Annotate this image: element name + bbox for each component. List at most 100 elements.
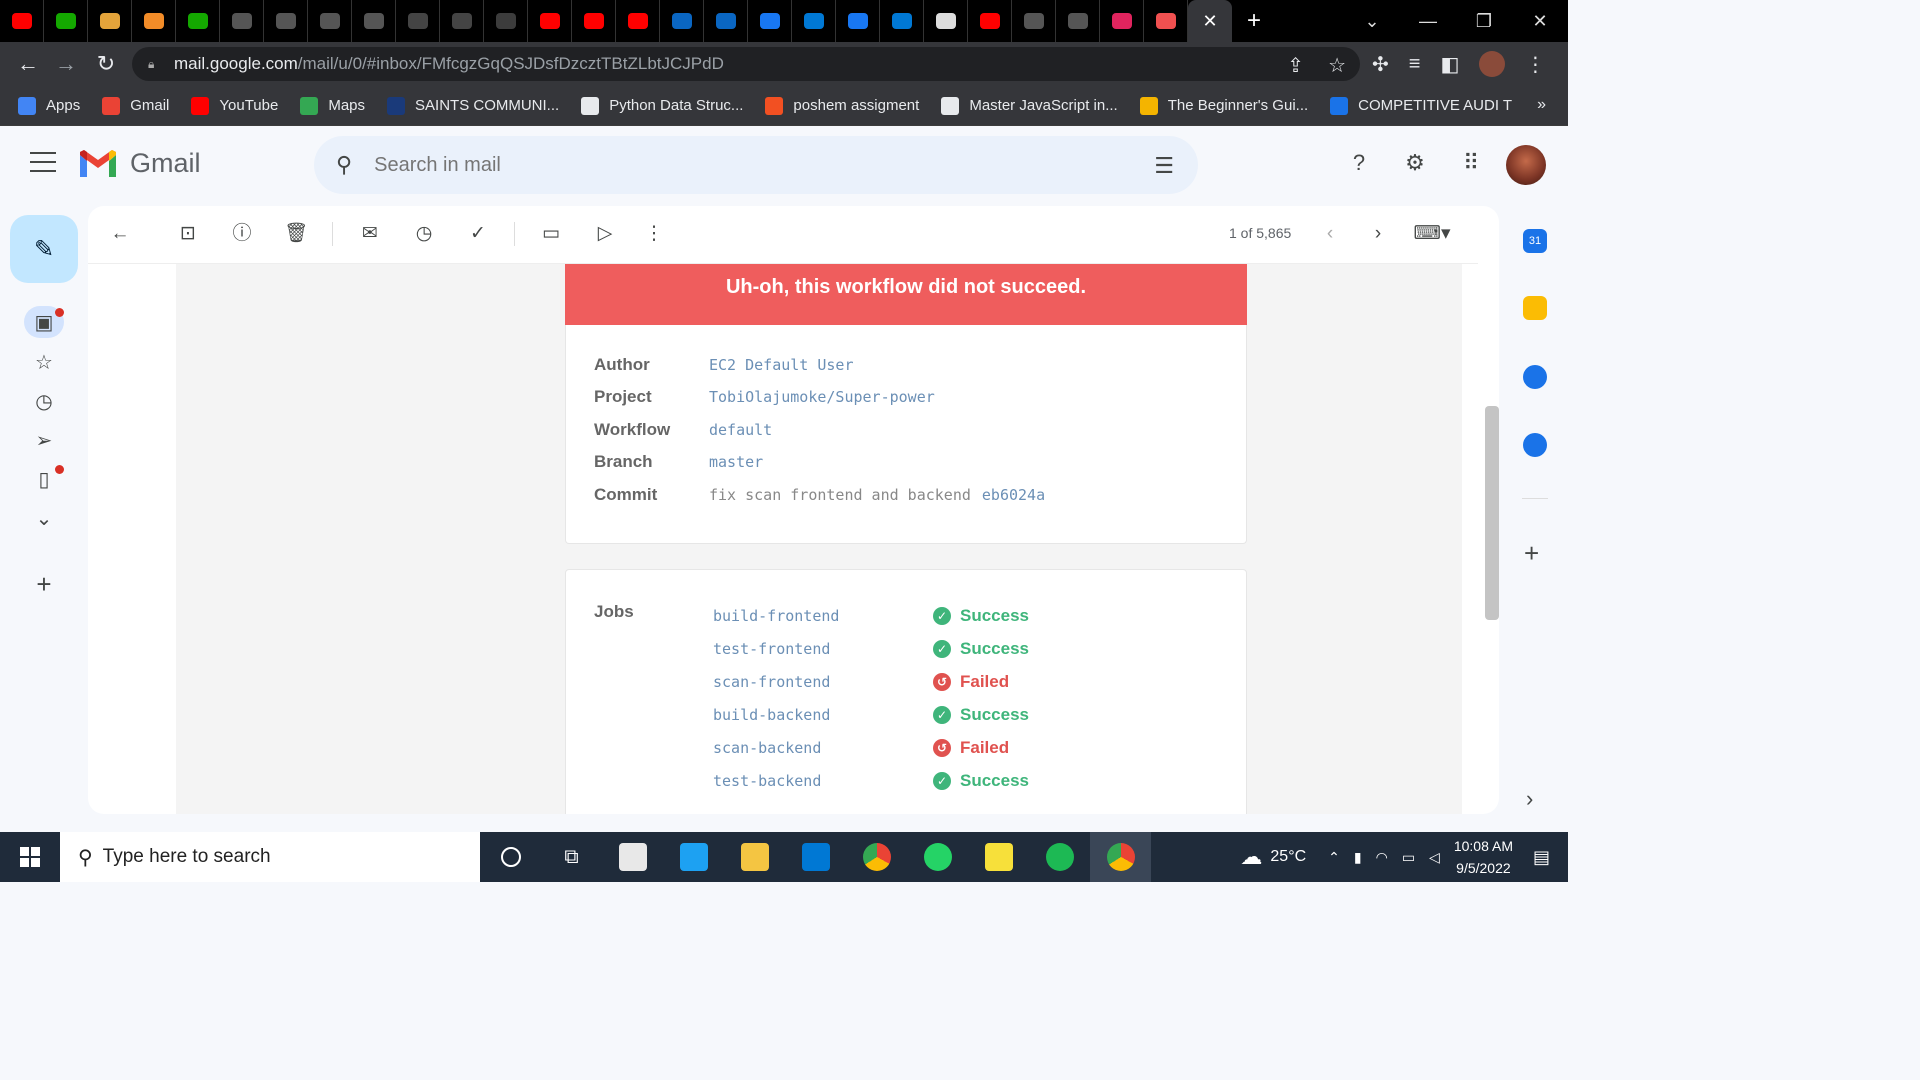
- browser-tab[interactable]: [220, 0, 264, 42]
- newer-chevron-icon[interactable]: ‹: [1318, 222, 1342, 246]
- browser-tab[interactable]: [264, 0, 308, 42]
- browser-tab[interactable]: [748, 0, 792, 42]
- clock[interactable]: 10:08 AM 9/5/2022: [1454, 835, 1513, 879]
- job-name-link[interactable]: build-frontend: [713, 607, 933, 625]
- bookmark-item[interactable]: Gmail: [102, 96, 169, 115]
- bookmark-item[interactable]: poshem assigment: [765, 96, 919, 115]
- bookmark-item[interactable]: COMPETITIVE AUDI T: [1330, 96, 1512, 115]
- compose-button[interactable]: ✎: [10, 215, 78, 283]
- chrome-menu-icon[interactable]: ⋮: [1525, 52, 1545, 77]
- field-value[interactable]: default: [709, 421, 772, 439]
- url-bar[interactable]: 🔒︎ mail.google.com/mail/u/0/#inbox/FMfcg…: [132, 47, 1360, 81]
- job-name-link[interactable]: test-frontend: [713, 640, 933, 658]
- scrollbar[interactable]: [1485, 406, 1499, 620]
- vscode-icon[interactable]: [785, 832, 846, 882]
- weather-temp[interactable]: 25°C: [1270, 848, 1306, 866]
- search-options-icon[interactable]: ☰: [1154, 153, 1174, 179]
- start-button[interactable]: [0, 832, 60, 882]
- mark-unread-icon[interactable]: ✉: [358, 222, 382, 246]
- speaker-icon[interactable]: ◁: [1429, 849, 1440, 866]
- browser-tab[interactable]: [924, 0, 968, 42]
- job-name-link[interactable]: scan-backend: [713, 739, 933, 757]
- keep-icon[interactable]: [1523, 296, 1547, 320]
- gmail-logo[interactable]: Gmail: [78, 148, 201, 179]
- account-avatar[interactable]: [1506, 145, 1546, 185]
- field-value[interactable]: master: [709, 453, 763, 471]
- new-tab-button[interactable]: +: [1232, 0, 1276, 42]
- sent-icon[interactable]: ➢: [24, 424, 64, 456]
- search-input[interactable]: [374, 153, 1075, 177]
- browser-tab[interactable]: [44, 0, 88, 42]
- job-name-link[interactable]: build-backend: [713, 706, 933, 724]
- bookmark-item[interactable]: YouTube: [191, 96, 278, 115]
- more-chevron-icon[interactable]: ⌄: [24, 502, 64, 534]
- bookmark-item[interactable]: Python Data Struc...: [581, 96, 743, 115]
- delete-trash-icon[interactable]: 🗑︎: [284, 222, 308, 246]
- move-to-icon[interactable]: ▭: [539, 222, 563, 246]
- get-addons-plus-icon[interactable]: +: [1524, 538, 1539, 569]
- browser-tab[interactable]: [1100, 0, 1144, 42]
- chrome-profile-avatar[interactable]: [1479, 51, 1506, 77]
- twitter-icon[interactable]: [663, 832, 724, 882]
- starred-icon[interactable]: ☆: [24, 346, 64, 378]
- weather-cloud-icon[interactable]: ☁: [1240, 844, 1262, 870]
- browser-tab[interactable]: [528, 0, 572, 42]
- browser-tab[interactable]: [484, 0, 528, 42]
- browser-tab[interactable]: [792, 0, 836, 42]
- browser-tab[interactable]: [880, 0, 924, 42]
- archive-icon[interactable]: ⊡: [176, 222, 200, 246]
- help-icon[interactable]: ?: [1346, 150, 1372, 176]
- snooze-icon[interactable]: ◷: [412, 222, 436, 246]
- field-value[interactable]: EC2 Default User: [709, 356, 854, 374]
- wifi-icon[interactable]: ◠: [1376, 849, 1388, 866]
- bookmarks-overflow-icon[interactable]: »: [1537, 96, 1546, 114]
- input-tools-keyboard-icon[interactable]: ⌨▾: [1410, 222, 1454, 246]
- side-panel-icon[interactable]: ◧: [1440, 52, 1459, 77]
- snoozed-clock-icon[interactable]: ◷: [24, 385, 64, 417]
- sticky-notes-icon[interactable]: [968, 832, 1029, 882]
- settings-gear-icon[interactable]: ⚙: [1402, 150, 1428, 176]
- browser-tab[interactable]: [396, 0, 440, 42]
- search-icon[interactable]: ⚲: [336, 152, 352, 178]
- task-view-icon[interactable]: ⧉: [541, 832, 602, 882]
- browser-tab[interactable]: [660, 0, 704, 42]
- browser-tab[interactable]: [0, 0, 44, 42]
- notifications-icon[interactable]: ▤: [1533, 847, 1550, 868]
- media-icon[interactable]: ≡: [1409, 53, 1421, 76]
- browser-tab[interactable]: [308, 0, 352, 42]
- bookmark-star-icon[interactable]: ☆: [1328, 53, 1346, 78]
- label-icon[interactable]: ▷: [593, 222, 617, 246]
- browser-tab[interactable]: [176, 0, 220, 42]
- browser-tab[interactable]: [704, 0, 748, 42]
- battery-icon[interactable]: ▭: [1402, 849, 1415, 866]
- back-icon[interactable]: ←: [8, 44, 48, 84]
- field-value[interactable]: TobiOlajumoke/Super-power: [709, 388, 935, 406]
- more-options-icon[interactable]: ⋮: [642, 222, 666, 246]
- active-tab-close-icon[interactable]: ✕: [1188, 0, 1232, 42]
- chrome-icon[interactable]: [846, 832, 907, 882]
- browser-tab[interactable]: [132, 0, 176, 42]
- browser-tab[interactable]: [572, 0, 616, 42]
- browser-tab[interactable]: [616, 0, 660, 42]
- bookmark-item[interactable]: Maps: [300, 96, 365, 115]
- bookmark-item[interactable]: Apps: [18, 96, 80, 115]
- browser-tab[interactable]: [1056, 0, 1100, 42]
- share-icon[interactable]: ⇪: [1287, 53, 1304, 78]
- file-explorer-icon[interactable]: [724, 832, 785, 882]
- bookmark-item[interactable]: The Beginner's Gui...: [1139, 96, 1308, 115]
- close-window-button[interactable]: ✕: [1512, 0, 1568, 42]
- browser-tab[interactable]: [352, 0, 396, 42]
- restore-button[interactable]: ❐: [1456, 0, 1512, 42]
- browser-tab[interactable]: [968, 0, 1012, 42]
- calendar-icon[interactable]: 31: [1523, 229, 1547, 253]
- taskbar-search[interactable]: ⚲ Type here to search: [60, 832, 480, 882]
- forward-icon[interactable]: →: [46, 44, 86, 84]
- mail-app-icon[interactable]: [602, 832, 663, 882]
- show-hidden-icons-icon[interactable]: ⌃: [1328, 849, 1340, 866]
- older-chevron-icon[interactable]: ›: [1366, 222, 1390, 246]
- search-bar[interactable]: ⚲ ☰: [314, 136, 1198, 194]
- minimize-button[interactable]: —: [1400, 0, 1456, 42]
- tasks-icon[interactable]: [1523, 365, 1547, 389]
- browser-tab[interactable]: [440, 0, 484, 42]
- spotify-icon[interactable]: [1029, 832, 1090, 882]
